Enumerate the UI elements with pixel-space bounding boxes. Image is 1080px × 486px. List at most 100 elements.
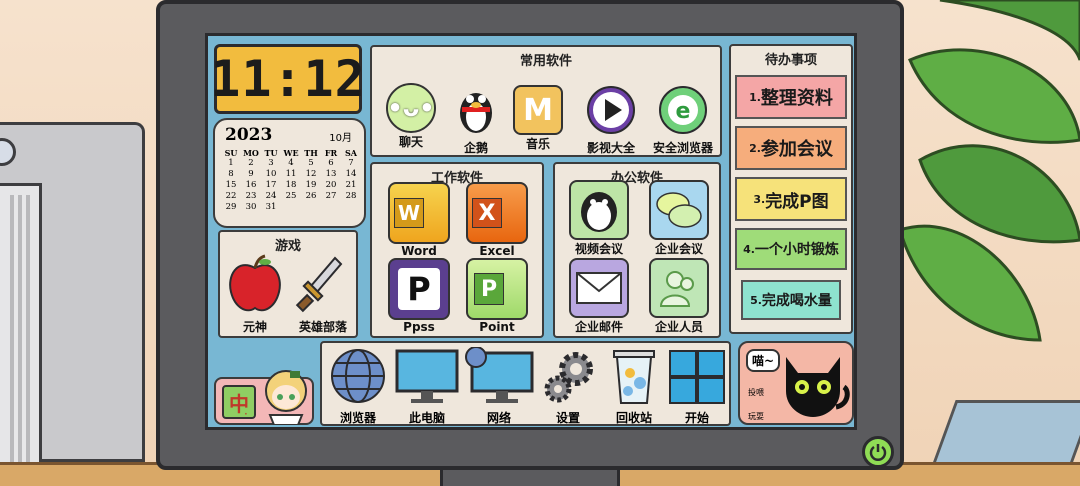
taskbar-browser[interactable]: 浏览器	[326, 347, 390, 426]
apple-icon	[229, 254, 281, 312]
penguin-video-icon	[569, 180, 629, 240]
calendar-day: 12	[305, 169, 317, 179]
calendar-day: 7	[348, 158, 354, 168]
taskbar-label: 此电脑	[408, 411, 445, 425]
music-m-icon: M	[513, 85, 563, 135]
games-title: 游戏	[274, 239, 301, 254]
pc-tower	[0, 122, 145, 468]
play-icon	[587, 86, 635, 134]
calendar-day: 3	[268, 158, 274, 168]
calendar-day	[281, 202, 301, 213]
weekday: SA	[345, 147, 357, 158]
app-yuanshen[interactable]: 元神	[224, 254, 286, 335]
calendar-day: 1	[228, 158, 234, 168]
calendar-day: 9	[248, 169, 254, 179]
app-video-meeting[interactable]: 视频会议	[563, 180, 635, 257]
chat-bubble-icon: •ᴗ•	[386, 83, 436, 133]
app-chat[interactable]: •ᴗ• 聊天	[380, 83, 442, 150]
ime-indicator[interactable]: 中 ·	[214, 370, 314, 425]
calendar-day: 13	[325, 169, 337, 179]
taskbar-label: 网络	[486, 411, 511, 425]
calendar-year: 2023	[225, 125, 273, 145]
calendar-day	[301, 202, 321, 213]
todo-item-4[interactable]: 4. 一个小时锻炼	[735, 228, 847, 270]
taskbar-start[interactable]: 开始	[666, 349, 728, 426]
power-icon	[869, 444, 887, 461]
excel-icon: X	[466, 182, 528, 244]
todo-text: 整理资料	[760, 88, 833, 109]
power-button[interactable]	[862, 436, 894, 468]
people-icon	[649, 258, 709, 318]
cat-play-button[interactable]: 玩耍	[748, 411, 764, 422]
cat-feed-button[interactable]: 投喂	[748, 387, 764, 398]
app-excel[interactable]: X Excel	[464, 182, 530, 258]
app-enterprise-meeting[interactable]: 企业会议	[641, 180, 717, 257]
weekday: TU	[264, 147, 278, 158]
taskbar: 浏览器 此电脑 网络 设置 回收站 开始	[320, 341, 731, 426]
app-yingxiong[interactable]: 英雄部落	[288, 254, 358, 335]
taskbar-recycle-bin[interactable]: 回收站	[604, 347, 664, 426]
todo-num: 5.	[750, 293, 762, 307]
app-enterprise-people[interactable]: 企业人员	[641, 258, 717, 335]
calendar-day: 26	[305, 191, 317, 201]
app-label: Word	[401, 244, 437, 258]
penguin-icon	[460, 93, 492, 133]
app-music[interactable]: M 音乐	[508, 85, 568, 152]
taskbar-this-pc[interactable]: 此电脑	[394, 349, 460, 426]
calendar-day: 15	[225, 180, 237, 190]
todo-title: 待办事项	[764, 53, 817, 68]
taskbar-settings[interactable]: 设置	[538, 349, 598, 426]
app-label: 企业邮件	[574, 320, 623, 334]
cat-widget[interactable]: 喵~ 投喂 玩耍	[738, 341, 854, 425]
monitor-icon	[395, 349, 459, 403]
todo-item-1[interactable]: 1. 整理资料	[735, 75, 847, 119]
app-penguin[interactable]: 企鹅	[448, 81, 504, 156]
todo-text: 完成喝水量	[761, 293, 832, 309]
digital-clock: 11:12	[210, 44, 365, 114]
black-cat-icon	[786, 357, 850, 417]
calendar-day: 20	[325, 180, 337, 190]
plant-icon	[900, 0, 1080, 342]
calendar-day: 19	[305, 180, 317, 190]
ime-lang[interactable]: 中	[222, 385, 256, 419]
calendar-day: 31	[265, 202, 277, 212]
recycle-bin-icon	[613, 350, 655, 404]
ppss-icon: P	[388, 258, 450, 320]
network-icon	[465, 346, 534, 403]
app-label: Point	[479, 320, 515, 334]
todo-item-2[interactable]: 2. 参加会议	[735, 126, 847, 170]
app-word[interactable]: W Word	[386, 182, 452, 258]
app-ppss[interactable]: P Ppss	[386, 258, 452, 334]
common-software-panel: 常用软件 •ᴗ• 聊天 企鹅 M 音乐 影视大全 e 安全浏览器	[370, 45, 722, 157]
games-panel: 游戏 元神 英雄部落	[218, 230, 358, 338]
common-software-title: 常用软件	[519, 54, 572, 69]
cat-speech: 喵~	[746, 349, 781, 372]
todo-num: 4.	[743, 242, 755, 256]
calendar-day: 14	[345, 169, 357, 179]
office-software-panel: 办公软件 视频会议 企业会议 企业邮件 企业人员	[553, 162, 721, 338]
calendar-day: 23	[245, 191, 257, 201]
app-label: 企鹅	[463, 141, 488, 155]
weekday: MO	[243, 147, 259, 158]
anime-girl-avatar	[265, 370, 307, 425]
taskbar-label: 浏览器	[339, 411, 376, 425]
calendar-day	[321, 202, 341, 213]
app-label: Excel	[479, 244, 515, 258]
app-enterprise-mail[interactable]: 企业邮件	[563, 258, 635, 335]
app-label: 企业人员	[654, 320, 703, 334]
app-point[interactable]: P Point	[464, 258, 530, 334]
todo-item-3[interactable]: 3. 完成P图	[735, 177, 847, 221]
todo-item-5[interactable]: 5. 完成喝水量	[741, 280, 841, 320]
taskbar-label: 回收站	[615, 411, 652, 425]
calendar-day: 16	[245, 180, 257, 190]
sword-icon	[295, 256, 343, 313]
calendar-day: 30	[245, 202, 257, 212]
calendar-day: 11	[285, 169, 297, 179]
app-label: 影视大全	[586, 141, 635, 155]
taskbar-network[interactable]: 网络	[464, 346, 534, 426]
app-safe-browser[interactable]: e 安全浏览器	[644, 85, 722, 156]
app-video[interactable]: 影视大全	[576, 85, 646, 156]
calendar-day: 5	[308, 158, 314, 168]
app-label: 安全浏览器	[652, 141, 713, 155]
todo-text: 一个小时锻炼	[754, 242, 839, 258]
